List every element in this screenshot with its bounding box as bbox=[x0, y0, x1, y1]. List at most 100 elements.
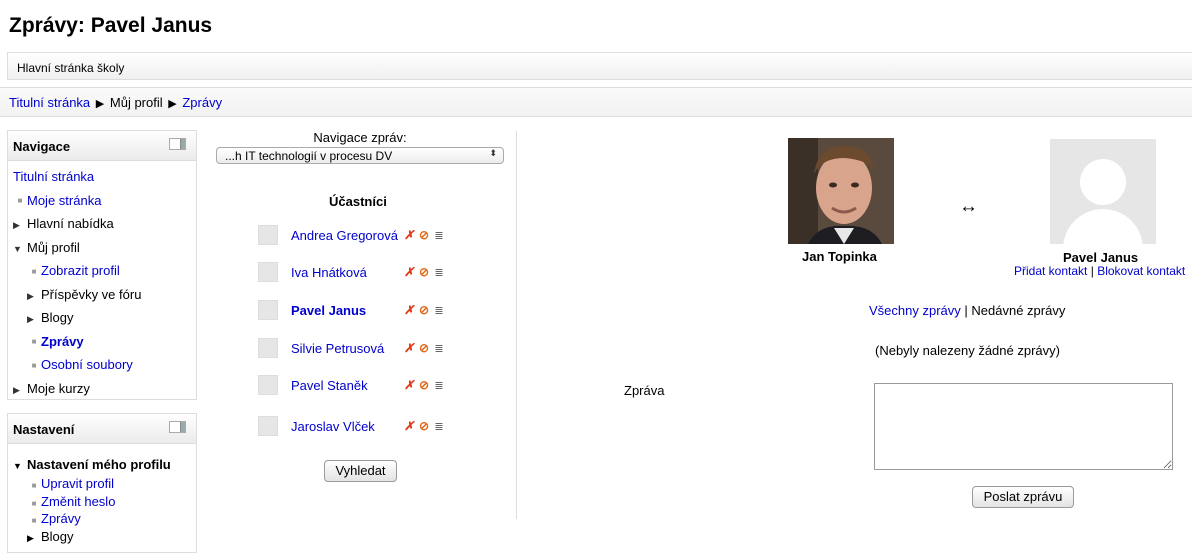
participant-avatar[interactable] bbox=[258, 225, 278, 245]
remove-contact-icon[interactable]: ✗ bbox=[403, 378, 415, 392]
message-label: Zpráva bbox=[624, 383, 665, 398]
breadcrumb-messages[interactable]: Zprávy bbox=[182, 95, 222, 110]
participant-name[interactable]: Andrea Gregorová bbox=[291, 228, 403, 243]
settings-item-label[interactable]: Zprávy bbox=[41, 511, 81, 526]
block-contact-link[interactable]: Blokovat kontakt bbox=[1097, 264, 1185, 278]
settings-item-label[interactable]: Změnit heslo bbox=[41, 494, 115, 509]
message-history-icon[interactable]: ≣ bbox=[433, 229, 445, 242]
nav-item-messages[interactable]: ■ Zprávy bbox=[13, 332, 196, 356]
settings-item-label[interactable]: Blogy bbox=[41, 529, 74, 544]
message-textarea[interactable] bbox=[874, 383, 1173, 470]
nav-item-label[interactable]: Titulní stránka bbox=[13, 169, 94, 184]
settings-item-change-password[interactable]: ■ Změnit heslo bbox=[13, 493, 196, 511]
nav-item-label[interactable]: Osobní soubory bbox=[41, 357, 133, 372]
settings-item-blogs[interactable]: ▶ Blogy bbox=[13, 528, 196, 546]
participant-avatar[interactable] bbox=[258, 375, 278, 395]
message-history-icon[interactable]: ≣ bbox=[433, 266, 445, 279]
contact-name: Pavel Janus bbox=[1063, 250, 1139, 265]
block-contact-icon[interactable]: ⊘ bbox=[418, 419, 430, 433]
column-divider bbox=[516, 131, 517, 519]
participant-name[interactable]: Pavel Staněk bbox=[291, 378, 403, 393]
participant-avatar[interactable] bbox=[258, 416, 278, 436]
add-contact-link[interactable]: Přidat kontakt bbox=[1014, 264, 1087, 278]
message-navigation-select[interactable]: ...h IT technologií v procesu DV ⬍ bbox=[216, 147, 504, 164]
participant-name[interactable]: Iva Hnátková bbox=[291, 265, 403, 280]
settings-item-profile-settings[interactable]: ▼ Nastavení mého profilu bbox=[13, 454, 196, 475]
settings-item-messages[interactable]: ■ Zprávy bbox=[13, 510, 196, 528]
bullet-icon: ■ bbox=[31, 360, 37, 370]
nav-item-label[interactable]: Můj profil bbox=[27, 240, 80, 255]
settings-block-title: Nastavení bbox=[13, 422, 75, 437]
expand-arrow-icon[interactable]: ▶ bbox=[27, 309, 41, 329]
bullet-icon: ■ bbox=[31, 481, 37, 490]
dock-block-icon[interactable] bbox=[169, 421, 186, 433]
block-contact-icon[interactable]: ⊘ bbox=[418, 228, 430, 242]
nav-item-label[interactable]: Hlavní nabídka bbox=[27, 216, 114, 231]
navigation-block-title: Navigace bbox=[13, 139, 71, 154]
message-history-icon[interactable]: ≣ bbox=[433, 304, 445, 317]
nav-item-my-profile[interactable]: ▼ Můj profil bbox=[13, 238, 196, 262]
message-history-icon[interactable]: ≣ bbox=[433, 379, 445, 392]
nav-item-label[interactable]: Moje stránka bbox=[27, 193, 101, 208]
breadcrumb: Titulní stránka ▶ Můj profil ▶ Zprávy bbox=[0, 87, 1192, 117]
participant-avatar[interactable] bbox=[258, 300, 278, 320]
dock-block-icon[interactable] bbox=[169, 138, 186, 150]
nav-item-private-files[interactable]: ■ Osobní soubory bbox=[13, 355, 196, 379]
expand-arrow-icon[interactable]: ▶ bbox=[13, 380, 27, 400]
nav-item-label[interactable]: Příspěvky ve fóru bbox=[41, 287, 141, 302]
message-navigation-selected: ...h IT technologií v procesu DV bbox=[225, 149, 393, 163]
participant-name[interactable]: Jaroslav Vlček bbox=[291, 419, 403, 434]
participant-name[interactable]: Pavel Janus bbox=[291, 303, 403, 318]
nav-item-forum-posts[interactable]: ▶ Příspěvky ve fóru bbox=[13, 285, 196, 309]
breadcrumb-home[interactable]: Titulní stránka bbox=[9, 95, 90, 110]
nav-item-my-courses[interactable]: ▶ Moje kurzy bbox=[13, 379, 196, 403]
nav-item-label[interactable]: Blogy bbox=[41, 310, 74, 325]
settings-item-label[interactable]: Upravit profil bbox=[41, 476, 114, 491]
nav-item-view-profile[interactable]: ■ Zobrazit profil bbox=[13, 261, 196, 285]
search-button[interactable]: Vyhledat bbox=[324, 460, 397, 482]
participants-title: Účastníci bbox=[329, 194, 387, 209]
expand-arrow-icon[interactable]: ▶ bbox=[13, 215, 27, 235]
message-history-icon[interactable]: ≣ bbox=[433, 420, 445, 433]
conversation-swap-icon: ↔ bbox=[959, 196, 978, 217]
settings-section-label[interactable]: Nastavení mého profilu bbox=[27, 457, 171, 472]
nav-item-label[interactable]: Moje kurzy bbox=[27, 381, 90, 396]
collapse-arrow-icon[interactable]: ▼ bbox=[13, 239, 27, 259]
nav-item-home[interactable]: Titulní stránka bbox=[13, 167, 196, 191]
link-separator: | bbox=[1090, 264, 1094, 278]
nav-item-my-page[interactable]: ■ Moje stránka bbox=[13, 191, 196, 215]
participant-row: Andrea Gregorová ✗ ⊘ ≣ bbox=[258, 224, 448, 246]
remove-contact-icon[interactable]: ✗ bbox=[403, 419, 415, 433]
remove-contact-icon[interactable]: ✗ bbox=[403, 228, 415, 242]
block-contact-icon[interactable]: ⊘ bbox=[418, 265, 430, 279]
link-separator: | bbox=[964, 303, 968, 318]
participant-row: Pavel Staněk ✗ ⊘ ≣ bbox=[258, 374, 448, 396]
block-contact-icon[interactable]: ⊘ bbox=[418, 341, 430, 355]
block-contact-icon[interactable]: ⊘ bbox=[418, 378, 430, 392]
remove-contact-icon[interactable]: ✗ bbox=[403, 265, 415, 279]
participant-avatar[interactable] bbox=[258, 262, 278, 282]
expand-arrow-icon[interactable]: ▶ bbox=[27, 530, 41, 547]
nav-item-label[interactable]: Zobrazit profil bbox=[41, 263, 120, 278]
send-message-button[interactable]: Poslat zprávu bbox=[972, 486, 1074, 508]
participant-name[interactable]: Silvie Petrusová bbox=[291, 341, 403, 356]
remove-contact-icon[interactable]: ✗ bbox=[403, 303, 415, 317]
my-avatar[interactable] bbox=[788, 138, 894, 244]
participant-row: Iva Hnátková ✗ ⊘ ≣ bbox=[258, 261, 448, 283]
participant-avatar[interactable] bbox=[258, 338, 278, 358]
message-history-icon[interactable]: ≣ bbox=[433, 342, 445, 355]
nav-item-main-menu[interactable]: ▶ Hlavní nabídka bbox=[13, 214, 196, 238]
expand-arrow-icon[interactable]: ▶ bbox=[27, 286, 41, 306]
bullet-icon: ■ bbox=[31, 498, 37, 508]
nav-item-blogs[interactable]: ▶ Blogy bbox=[13, 308, 196, 332]
school-home-link[interactable]: Hlavní stránka školy bbox=[17, 61, 124, 75]
nav-item-label[interactable]: Zprávy bbox=[41, 334, 84, 349]
bullet-icon: ■ bbox=[31, 516, 37, 525]
remove-contact-icon[interactable]: ✗ bbox=[403, 341, 415, 355]
settings-item-edit-profile[interactable]: ■ Upravit profil bbox=[13, 475, 196, 493]
collapse-arrow-icon[interactable]: ▼ bbox=[13, 456, 27, 477]
contact-avatar[interactable] bbox=[1050, 139, 1156, 244]
all-messages-link[interactable]: Všechny zprávy bbox=[869, 303, 961, 318]
navigation-block-header: Navigace bbox=[8, 131, 196, 161]
block-contact-icon[interactable]: ⊘ bbox=[418, 303, 430, 317]
